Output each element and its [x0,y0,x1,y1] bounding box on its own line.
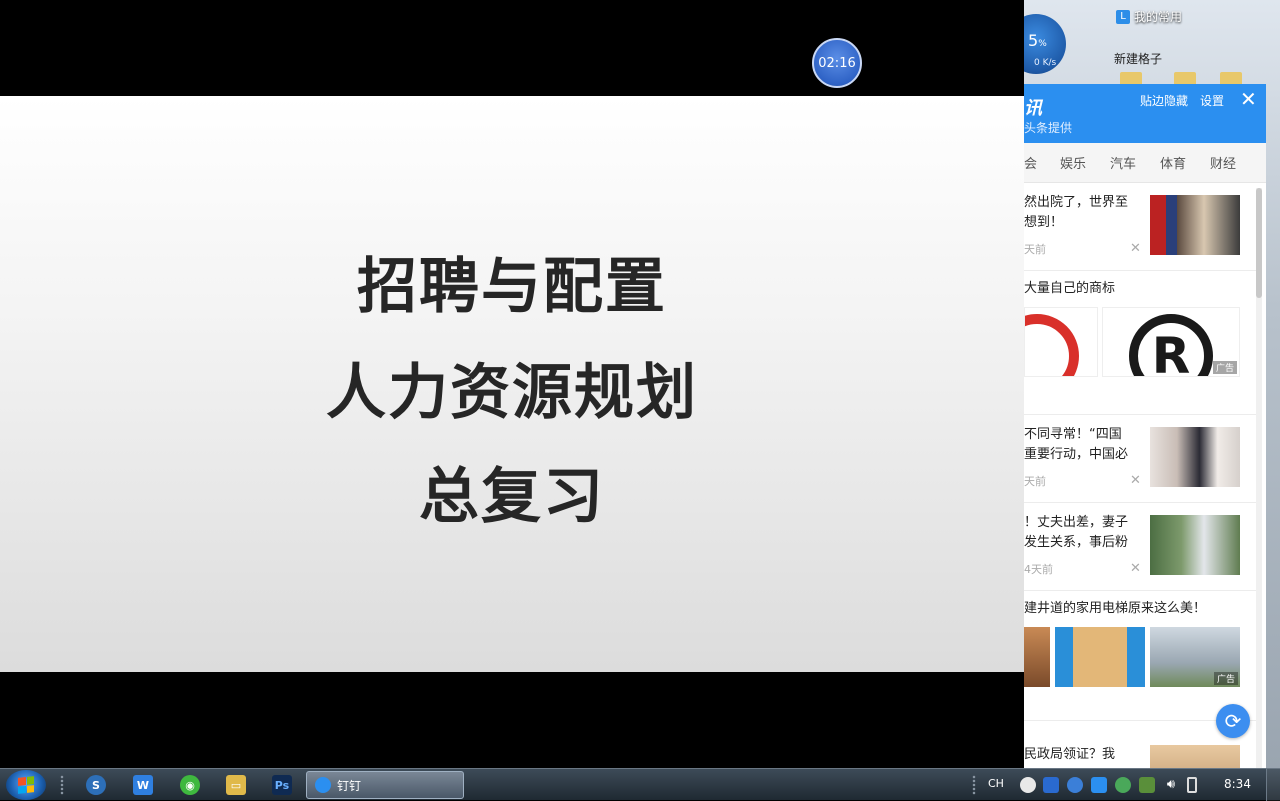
dismiss-icon[interactable]: ✕ [1130,473,1141,488]
speed-rate: 0 K/s [1034,58,1057,68]
settings-button[interactable]: 设置 [1200,92,1224,109]
list-item[interactable]: 建井道的家用电梯原来这么美！ 广告 [1024,591,1258,721]
item-title: 大量自己的商标 [1024,281,1116,296]
slide-title-line: 总复习 [419,462,605,532]
speed-percent-value: 5 [1028,31,1039,50]
item-title: 建井道的家用电梯原来这么美！ [1024,601,1207,616]
network-speed-ball[interactable]: 5% 0 K/s [1024,14,1066,74]
volume-icon[interactable]: 🔊︎ [1163,777,1179,793]
speed-percent-unit: % [1038,39,1047,49]
dismiss-icon[interactable]: ✕ [1130,241,1141,256]
tab-sports[interactable]: 体育 [1160,153,1210,172]
language-indicator[interactable]: CH [988,777,1004,790]
close-icon[interactable]: ✕ [1240,87,1257,111]
timer-badge[interactable]: 02:16 [812,38,862,88]
ad-label: 广告 [1213,672,1238,685]
tab-finance[interactable]: 财经 [1210,153,1260,172]
ad-label: 广告 [1212,361,1237,374]
list-item[interactable]: 然出院了，世界至 想到！ 天前 ✕ [1024,183,1258,271]
news-thumbnail[interactable] [1150,515,1240,575]
tab-society[interactable]: 会 [1024,153,1060,172]
system-clock[interactable]: 8:34 [1224,777,1251,791]
item-title: 然出院了，世界至 [1024,195,1129,210]
list-item[interactable]: ！丈夫出差，妻子 发生关系，事后粉 4天前 ✕ [1024,503,1258,591]
item-time: 4天前 [1024,563,1053,576]
list-item[interactable]: 不同寻常！“四国 重要行动，中国必 天前 ✕ [1024,415,1258,503]
news-list: 然出院了，世界至 想到！ 天前 ✕ 大量自己的商标 R 广告 不同寻常！“四国 … [1024,183,1258,768]
new-grid-label[interactable]: 新建格子 [1114,50,1162,67]
timer-text: 02:16 [818,55,856,71]
favorites-label[interactable]: L 我的常用 [1116,8,1182,25]
slide: 招聘与配置 人力资源规划 总复习 [0,96,1024,672]
explorer-folder-icon[interactable]: ▭ [226,775,246,795]
dismiss-icon[interactable]: ✕ [1130,561,1141,576]
start-button[interactable] [6,770,46,800]
favorites-icon: L [1116,9,1130,24]
item-title: 民政局领证？我 [1024,747,1116,762]
taskbar-item-dingtalk[interactable]: 钉钉 [306,771,464,799]
dingtalk-icon [315,777,331,793]
taskbar: S W ◉ ▭ Ps 钉钉 CH 🔊︎ 8:34 [0,768,1280,801]
news-header: 讯 头条提供 贴边隐藏 设置 ✕ [1024,84,1266,143]
news-thumbnail[interactable] [1150,427,1240,487]
tab-auto[interactable]: 汽车 [1110,153,1160,172]
speed-percent: 5% [1028,31,1047,50]
news-panel: 讯 头条提供 贴边隐藏 设置 ✕ 会 娱乐 汽车 体育 财经 然出院了，世界至 … [1024,84,1266,768]
news-provider: 头条提供 [1024,121,1073,135]
wps-icon[interactable]: W [133,775,153,795]
ad-image[interactable] [1024,307,1098,377]
slide-title-line: 招聘与配置 [357,252,667,322]
ad-image[interactable]: R 广告 [1102,307,1240,377]
scrollbar-thumb[interactable] [1256,188,1262,298]
dingtalk-tray-icon[interactable] [1091,777,1107,793]
battery-icon[interactable] [1187,777,1197,793]
news-thumbnail[interactable] [1150,195,1240,255]
folder-icon[interactable] [1174,72,1196,84]
refresh-icon[interactable]: ⟳ [1216,704,1250,738]
photoshop-icon[interactable]: Ps [272,775,292,795]
update-icon[interactable] [1115,777,1131,793]
list-item[interactable]: 大量自己的商标 R 广告 [1024,271,1258,415]
sogou-icon[interactable]: S [86,775,106,795]
taskbar-item-label: 钉钉 [337,778,362,793]
item-title: 想到！ [1024,215,1064,230]
news-tabs: 会 娱乐 汽车 体育 财经 [1024,143,1266,183]
folder-icon[interactable] [1220,72,1242,84]
scrollbar[interactable] [1256,188,1262,768]
ad-image[interactable]: 广告 [1150,627,1240,687]
wechat-icon[interactable]: ◉ [180,775,200,795]
item-time: 天前 [1024,243,1046,256]
item-time: 天前 [1024,475,1046,488]
presentation-area: 招聘与配置 人力资源规划 总复习 02:16 [0,0,1024,768]
gear-icon[interactable] [1020,777,1036,793]
edge-hide-button[interactable]: 贴边隐藏 [1140,92,1188,109]
item-title: 不同寻常！“四国 [1024,427,1122,442]
news-thumbnail[interactable] [1150,745,1240,768]
ad-image[interactable] [1055,627,1145,687]
item-title: 重要行动，中国必 [1024,447,1129,462]
show-desktop-button[interactable] [1266,769,1280,801]
clock-icon[interactable] [1067,777,1083,793]
shield-icon[interactable] [1043,777,1059,793]
windows-logo-icon [18,776,34,794]
item-title: 发生关系，事后粉 [1024,535,1129,550]
news-brand: 讯 [1024,98,1042,119]
favorites-text: 我的常用 [1134,10,1183,24]
tab-entertainment[interactable]: 娱乐 [1060,153,1110,172]
taskbar-grip[interactable] [60,775,64,795]
slide-title-line: 人力资源规划 [326,358,698,428]
network-icon[interactable] [1139,777,1155,793]
taskbar-grip[interactable] [972,775,976,795]
ad-image[interactable] [1024,627,1050,687]
item-title: ！丈夫出差，妻子 [1024,515,1129,530]
folder-icon[interactable] [1120,72,1142,84]
